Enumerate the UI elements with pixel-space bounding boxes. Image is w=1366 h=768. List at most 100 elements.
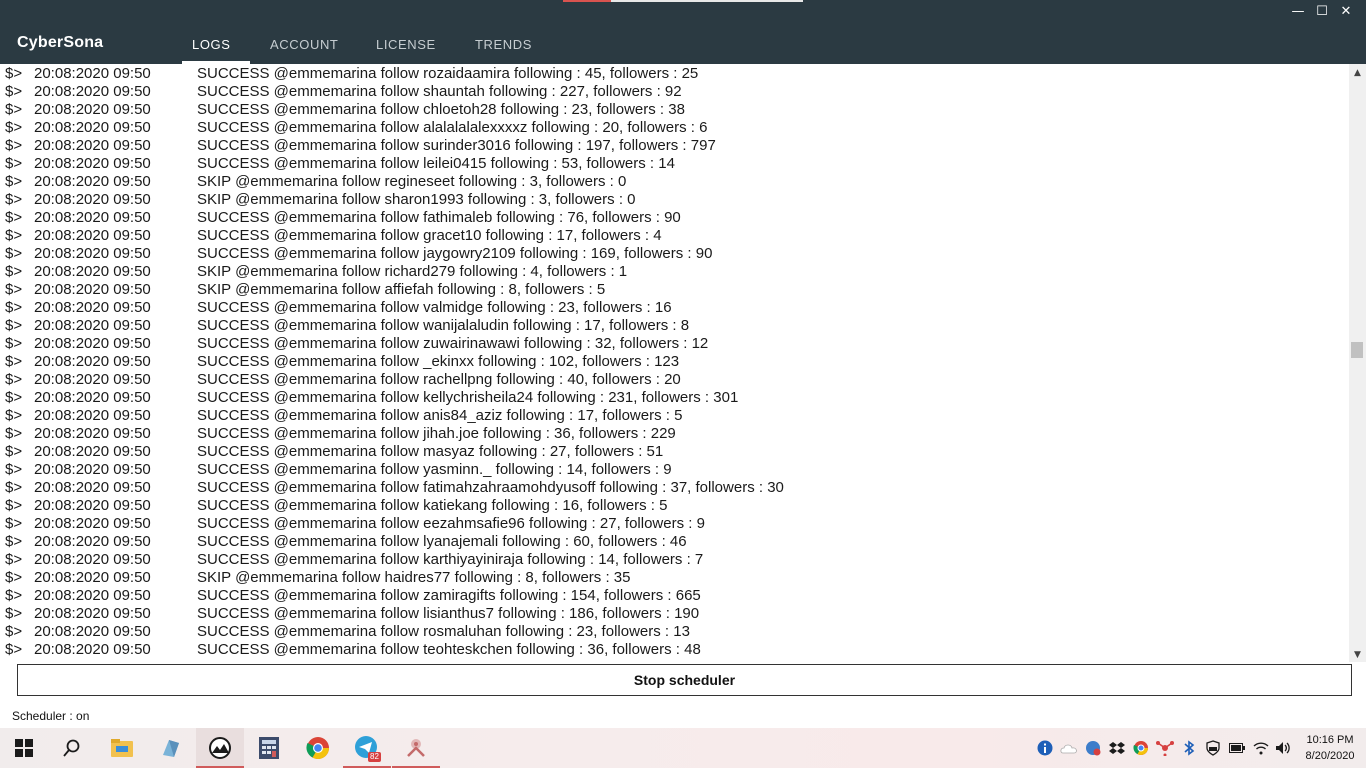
log-prompt: $> (5, 515, 23, 532)
log-message: SUCCESS @emmemarina follow fathimaleb fo… (197, 209, 681, 226)
tool-icon[interactable] (392, 728, 440, 768)
log-prompt: $> (5, 497, 23, 514)
log-message: SUCCESS @emmemarina follow jaygowry2109 … (197, 245, 713, 262)
log-timestamp: 20:08:2020 09:50 (34, 245, 151, 262)
volume-icon[interactable] (1274, 739, 1292, 757)
log-timestamp: 20:08:2020 09:50 (34, 551, 151, 568)
log-timestamp: 20:08:2020 09:50 (34, 263, 151, 280)
clock-time: 10:16 PM (1306, 734, 1354, 746)
start-icon[interactable] (0, 728, 48, 768)
log-prompt: $> (5, 425, 23, 442)
log-prompt: $> (5, 83, 23, 100)
log-prompt: $> (5, 443, 23, 460)
tab-logs[interactable]: LOGS (192, 37, 231, 52)
close-button[interactable]: ✕ (1334, 2, 1358, 22)
defender-icon[interactable] (1204, 739, 1222, 757)
log-timestamp: 20:08:2020 09:50 (34, 281, 151, 298)
log-timestamp: 20:08:2020 09:50 (34, 155, 151, 172)
log-message: SUCCESS @emmemarina follow zamiragifts f… (197, 587, 701, 604)
calculator-icon[interactable] (245, 728, 293, 768)
search-icon[interactable] (48, 728, 96, 768)
log-message: SUCCESS @emmemarina follow rozaidaamira … (197, 65, 699, 82)
stop-scheduler-button[interactable]: Stop scheduler (17, 664, 1352, 696)
log-prompt: $> (5, 317, 23, 334)
log-prompt: $> (5, 389, 23, 406)
log-timestamp: 20:08:2020 09:50 (34, 317, 151, 334)
log-timestamp: 20:08:2020 09:50 (34, 137, 151, 154)
tab-trends[interactable]: TRENDS (475, 37, 532, 52)
wifi-icon[interactable] (1252, 739, 1270, 757)
scroll-down-icon[interactable]: ▼ (1349, 648, 1366, 662)
log-timestamp: 20:08:2020 09:50 (34, 425, 151, 442)
security-icon[interactable] (1084, 739, 1102, 757)
app-title: CyberSona (17, 34, 104, 51)
log-message: SKIP @emmemarina follow sharon1993 follo… (197, 191, 636, 208)
telegram-badge: 82 (368, 752, 381, 762)
log-timestamp: 20:08:2020 09:50 (34, 299, 151, 316)
file-explorer-icon[interactable] (98, 728, 146, 768)
dropbox-icon[interactable] (1108, 739, 1126, 757)
log-message: SUCCESS @emmemarina follow fatimahzahraa… (197, 479, 784, 496)
edge-icon[interactable] (147, 728, 195, 768)
log-prompt: $> (5, 263, 23, 280)
cybersona-app-icon[interactable] (196, 728, 244, 768)
log-message: SUCCESS @emmemarina follow masyaz follow… (197, 443, 664, 460)
log-timestamp: 20:08:2020 09:50 (34, 407, 151, 424)
system-clock[interactable]: 10:16 PM 8/20/2020 (1300, 732, 1360, 764)
tab-account[interactable]: ACCOUNT (270, 37, 338, 52)
log-timestamp: 20:08:2020 09:50 (34, 119, 151, 136)
log-message: SKIP @emmemarina follow haidres77 follow… (197, 569, 631, 586)
log-timestamp: 20:08:2020 09:50 (34, 515, 151, 532)
log-prompt: $> (5, 155, 23, 172)
log-timestamp: 20:08:2020 09:50 (34, 587, 151, 604)
taskbar: 82 10:16 PM 8/20/2020 (0, 728, 1366, 768)
log-message: SUCCESS @emmemarina follow alalalalalexx… (197, 119, 708, 136)
network-share-icon[interactable] (1156, 739, 1174, 757)
log-prompt: $> (5, 227, 23, 244)
window-accent-red (563, 0, 611, 2)
log-prompt: $> (5, 191, 23, 208)
log-message: SUCCESS @emmemarina follow anis84_aziz f… (197, 407, 683, 424)
log-scrollbar[interactable]: ▲ ▼ (1349, 64, 1366, 662)
info-icon[interactable] (1036, 739, 1054, 757)
log-prompt: $> (5, 119, 23, 136)
log-message: SUCCESS @emmemarina follow kellychrishei… (197, 389, 739, 406)
scroll-thumb[interactable] (1351, 342, 1363, 358)
bluetooth-icon[interactable] (1180, 739, 1198, 757)
scheduler-status: Scheduler : on (12, 709, 90, 723)
log-timestamp: 20:08:2020 09:50 (34, 443, 151, 460)
log-message: SUCCESS @emmemarina follow eezahmsafie96… (197, 515, 705, 532)
log-prompt: $> (5, 479, 23, 496)
log-prompt: $> (5, 281, 23, 298)
onedrive-icon[interactable] (1060, 739, 1078, 757)
log-message: SUCCESS @emmemarina follow karthiyayinir… (197, 551, 704, 568)
chrome-icon[interactable] (294, 728, 342, 768)
log-prompt: $> (5, 299, 23, 316)
log-timestamp: 20:08:2020 09:50 (34, 173, 151, 190)
log-prompt: $> (5, 569, 23, 586)
chrome-tray-icon[interactable] (1132, 739, 1150, 757)
log-message: SUCCESS @emmemarina follow shauntah foll… (197, 83, 682, 100)
log-timestamp: 20:08:2020 09:50 (34, 479, 151, 496)
maximize-button[interactable]: ☐ (1310, 2, 1334, 22)
log-timestamp: 20:08:2020 09:50 (34, 461, 151, 478)
log-timestamp: 20:08:2020 09:50 (34, 335, 151, 352)
scroll-up-icon[interactable]: ▲ (1349, 66, 1366, 80)
log-timestamp: 20:08:2020 09:50 (34, 227, 151, 244)
telegram-icon[interactable]: 82 (343, 728, 391, 768)
tab-license[interactable]: LICENSE (376, 37, 436, 52)
log-timestamp: 20:08:2020 09:50 (34, 641, 151, 658)
log-prompt: $> (5, 353, 23, 370)
log-timestamp: 20:08:2020 09:50 (34, 209, 151, 226)
log-timestamp: 20:08:2020 09:50 (34, 497, 151, 514)
log-prompt: $> (5, 461, 23, 478)
log-panel[interactable]: $> 20:08:2020 09:50 SUCCESS @emmemarina fo… (0, 64, 1349, 662)
log-message: SUCCESS @emmemarina follow _ekinxx follo… (197, 353, 680, 370)
log-timestamp: 20:08:2020 09:50 (34, 371, 151, 388)
log-prompt: $> (5, 551, 23, 568)
minimize-button[interactable]: — (1286, 2, 1310, 22)
log-timestamp: 20:08:2020 09:50 (34, 191, 151, 208)
battery-icon[interactable] (1228, 739, 1246, 757)
log-message: SUCCESS @emmemarina follow valmidge foll… (197, 299, 672, 316)
log-timestamp: 20:08:2020 09:50 (34, 353, 151, 370)
